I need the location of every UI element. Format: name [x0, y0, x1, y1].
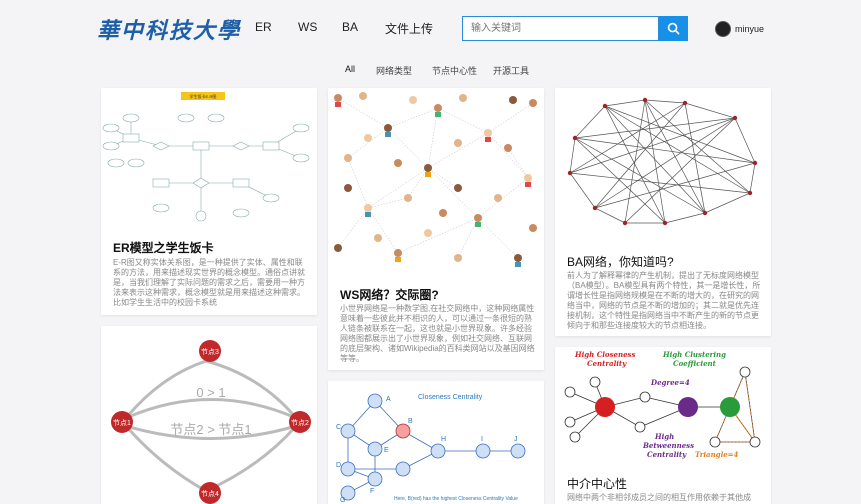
- card-title: 中介中心性: [567, 477, 628, 491]
- search-button[interactable]: [659, 16, 688, 41]
- er-badge-text: 学生饭卡E-R图: [190, 93, 217, 99]
- svg-text:E: E: [384, 447, 389, 454]
- filter-open-source-tools[interactable]: 开源工具: [493, 64, 529, 77]
- node-label: 节点3: [201, 348, 219, 356]
- card-description: 网络中两个非相邻成员之间的相互作用依赖于其他成: [567, 493, 751, 502]
- card-description: 前人为了解释幂律的产生机制，提出了无标度网络模型（BA模型）。BA模型具有两个特…: [567, 271, 761, 330]
- search-input[interactable]: [462, 16, 659, 41]
- diagram-title: Closeness Centrality: [418, 394, 483, 401]
- nav-ba[interactable]: BA: [342, 20, 358, 34]
- card-er-model[interactable]: 学生饭卡E-R图 ER模型之学生饭卡 E-R图又称实体关系图，是一种提供了实体、…: [101, 88, 317, 315]
- ba-network-thumbnail: [567, 97, 758, 226]
- nav-ws[interactable]: WS: [298, 20, 317, 34]
- card-title: WS网络？交际圈?: [340, 288, 439, 302]
- svg-text:C: C: [336, 424, 341, 431]
- node-label: 节点4: [201, 490, 219, 498]
- edge-label: 节点2 > 节点1: [170, 422, 251, 437]
- svg-text:Centrality: Centrality: [587, 359, 627, 368]
- svg-text:J: J: [514, 436, 518, 443]
- edge-label: 0 > 1: [196, 385, 225, 400]
- centrality-diagram-thumbnail: High Closeness Centrality High Clusterin…: [564, 350, 761, 459]
- svg-text:D: D: [336, 462, 341, 469]
- logo[interactable]: 華中科技大學: [97, 13, 241, 45]
- filter-bar: All 网络类型 节点中心性 开源工具: [0, 62, 861, 78]
- svg-text:Centrality: Centrality: [647, 450, 687, 459]
- svg-text:G: G: [340, 497, 345, 504]
- card-betweenness-centrality[interactable]: High Closeness Centrality High Clusterin…: [555, 347, 771, 504]
- svg-text:A: A: [386, 396, 391, 403]
- svg-text:Degree=4: Degree=4: [650, 378, 690, 387]
- node-label: 节点1: [113, 419, 131, 427]
- svg-text:Betweenness: Betweenness: [642, 441, 694, 450]
- card-closeness-centrality[interactable]: Closeness Centrality A B C D E F G H I J…: [328, 381, 544, 504]
- filter-node-centrality[interactable]: 节点中心性: [432, 64, 477, 77]
- card-description: E-R图又称实体关系图，是一种提供了实体、属性和联系的方法，用来描述现实世界的概…: [113, 258, 305, 307]
- username[interactable]: minyue: [735, 24, 764, 34]
- svg-text:Triangle=4: Triangle=4: [695, 450, 739, 459]
- closeness-diagram-thumbnail: Closeness Centrality A B C D E F G H I J…: [336, 393, 526, 504]
- diagram-caption: Here, B(red) has the highest Closeness C…: [394, 496, 518, 502]
- card-description: 小世界网络是一种数学图,在社交网络中，这种网络属性意味着一些彼此并不相识的人，可…: [340, 304, 535, 363]
- card-ba-network[interactable]: BA网络，你知道吗? 前人为了解释幂律的产生机制，提出了无标度网络模型（BA模型…: [555, 88, 771, 336]
- svg-text:High Clustering: High Clustering: [662, 350, 726, 359]
- node-graph-thumbnail: 节点3 节点1 节点2 节点4 0 > 1 节点2 > 节点1: [111, 340, 311, 504]
- svg-text:I: I: [481, 436, 483, 443]
- svg-text:F: F: [370, 488, 374, 495]
- card-node-graph[interactable]: 节点3 节点1 节点2 节点4 0 > 1 节点2 > 节点1: [101, 326, 317, 504]
- svg-text:High Closeness: High Closeness: [574, 350, 635, 359]
- avatar[interactable]: [715, 21, 731, 37]
- social-network-thumbnail: [334, 92, 537, 267]
- card-title: BA网络，你知道吗?: [567, 255, 674, 269]
- card-title: ER模型之学生饭卡: [113, 241, 214, 255]
- filter-network-type[interactable]: 网络类型: [376, 64, 412, 77]
- svg-text:B: B: [408, 418, 413, 425]
- search-icon: [667, 22, 680, 35]
- nav-er[interactable]: ER: [255, 20, 272, 34]
- svg-text:Coefficient: Coefficient: [673, 359, 717, 368]
- svg-text:High: High: [654, 432, 674, 441]
- nav-upload[interactable]: 文件上传: [385, 20, 433, 37]
- node-label: 节点2: [291, 419, 309, 427]
- card-ws-network[interactable]: WS网络？交际圈? 小世界网络是一种数学图,在社交网络中，这种网络属性意味着一些…: [328, 88, 544, 370]
- er-diagram-thumbnail: 学生饭卡E-R图: [102, 92, 310, 222]
- filter-all[interactable]: All: [345, 64, 355, 74]
- header: 華中科技大學 ER WS BA 文件上传 minyue: [0, 0, 861, 57]
- svg-text:H: H: [441, 436, 446, 443]
